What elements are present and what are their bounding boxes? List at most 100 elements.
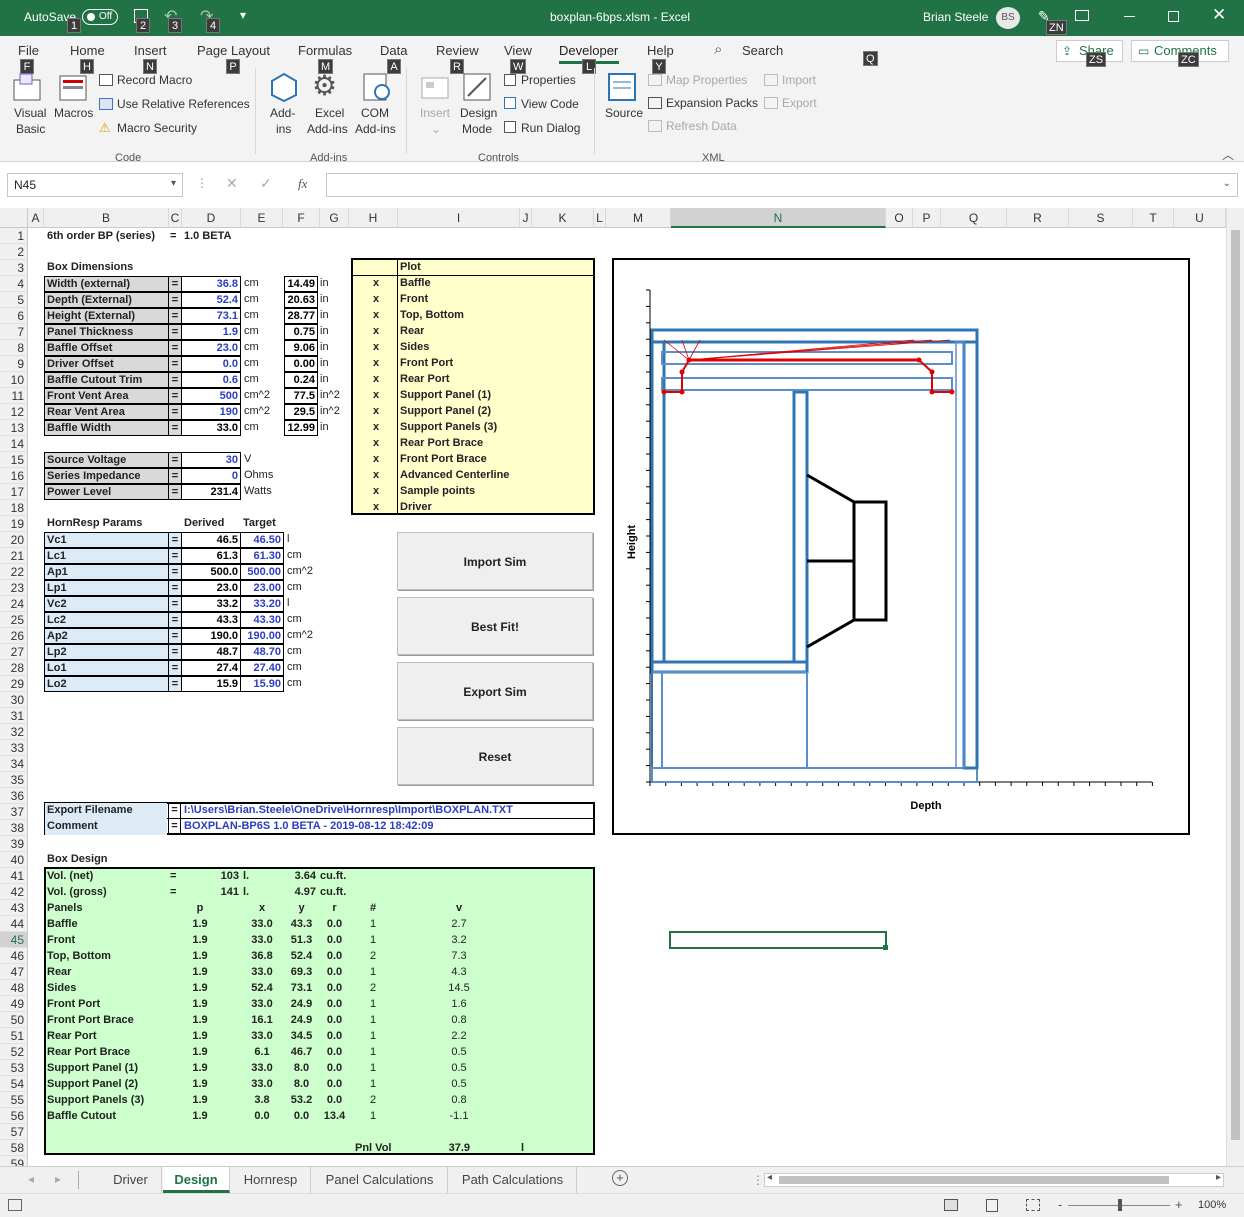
search-icon[interactable]: ⌕ [714, 41, 722, 58]
cancel-icon[interactable]: ✕ [226, 175, 238, 192]
zoom-out-button[interactable]: - [1058, 1197, 1062, 1212]
row-header[interactable]: 18 [0, 500, 28, 516]
row-header[interactable]: 58 [0, 1140, 28, 1156]
row-header[interactable]: 32 [0, 724, 28, 740]
column-header[interactable]: N [671, 208, 886, 228]
plot-toggle[interactable]: x [373, 500, 379, 516]
addins-icon[interactable] [268, 72, 300, 102]
row-header[interactable]: 41 [0, 868, 28, 884]
expand-formula-icon[interactable]: ⌄ [1223, 178, 1231, 189]
row-header[interactable]: 52 [0, 1044, 28, 1060]
row-header[interactable]: 11 [0, 388, 28, 404]
minimize-icon[interactable] [1124, 16, 1135, 17]
chevron-down-icon[interactable]: ▾ [171, 178, 176, 189]
tab-data[interactable]: Data [380, 43, 407, 58]
plot-toggle[interactable]: x [373, 276, 379, 292]
column-header[interactable]: H [349, 208, 398, 228]
row-header[interactable]: 38 [0, 820, 28, 836]
row-header[interactable]: 47 [0, 964, 28, 980]
tab-review[interactable]: Review [436, 43, 479, 58]
dim-value[interactable]: 190 [181, 404, 241, 420]
row-header[interactable]: 45 [0, 932, 28, 948]
search-label[interactable]: Search [742, 43, 783, 58]
enter-icon[interactable]: ✓ [260, 175, 272, 192]
column-header[interactable]: G [320, 208, 349, 228]
plot-toggle[interactable]: x [373, 388, 379, 404]
power-value[interactable]: 30 [181, 452, 241, 468]
maximize-icon[interactable] [1168, 11, 1179, 22]
addins-label2[interactable]: ins [276, 122, 291, 136]
row-header[interactable]: 46 [0, 948, 28, 964]
tab-developer[interactable]: Developer [559, 43, 618, 58]
macro-security-button[interactable]: Macro Security [117, 121, 197, 135]
page-break-view-icon[interactable] [1026, 1199, 1040, 1211]
properties-button[interactable]: Properties [521, 73, 576, 87]
plot-toggle[interactable]: x [373, 372, 379, 388]
scroll-left-icon[interactable]: ◂ [767, 1172, 772, 1183]
column-header[interactable]: I [398, 208, 520, 228]
tab-driver[interactable]: Driver [100, 1167, 162, 1193]
row-header[interactable]: 51 [0, 1028, 28, 1044]
row-header[interactable]: 34 [0, 756, 28, 772]
refresh-data-button[interactable]: Refresh Data [666, 119, 737, 133]
column-header[interactable]: Q [941, 208, 1007, 228]
column-header[interactable]: L [594, 208, 606, 228]
xml-source-icon[interactable] [607, 72, 639, 102]
plot-toggle[interactable]: x [373, 308, 379, 324]
row-header[interactable]: 22 [0, 564, 28, 580]
row-header[interactable]: 44 [0, 916, 28, 932]
export-filename-value[interactable]: I:\Users\Brian.Steele\OneDrive\Hornresp\… [184, 803, 513, 819]
selected-cell[interactable] [669, 931, 887, 949]
row-header[interactable]: 42 [0, 884, 28, 900]
row-header[interactable]: 56 [0, 1108, 28, 1124]
row-header[interactable]: 5 [0, 292, 28, 308]
tab-design[interactable]: Design [163, 1167, 230, 1193]
horn-target[interactable]: 190.00 [240, 628, 284, 644]
horizontal-scrollbar[interactable]: ◂ ▸ [764, 1172, 1224, 1187]
column-header[interactable]: B [44, 208, 169, 228]
row-header[interactable]: 3 [0, 260, 28, 276]
row-header[interactable]: 17 [0, 484, 28, 500]
vertical-scrollbar[interactable] [1226, 208, 1244, 1166]
row-header[interactable]: 4 [0, 276, 28, 292]
horn-target[interactable]: 48.70 [240, 644, 284, 660]
tab-path-calculations[interactable]: Path Calculations [449, 1167, 577, 1193]
plot-toggle[interactable]: x [373, 340, 379, 356]
dim-value[interactable]: 0.6 [181, 372, 241, 388]
row-header[interactable]: 8 [0, 340, 28, 356]
column-header[interactable]: E [241, 208, 283, 228]
run-dialog-button[interactable]: Run Dialog [521, 121, 580, 135]
insert-controls-label[interactable]: Insert [420, 106, 450, 120]
view-code-button[interactable]: View Code [521, 97, 579, 111]
horn-target[interactable]: 61.30 [240, 548, 284, 564]
plot-toggle[interactable]: x [373, 292, 379, 308]
row-header[interactable]: 36 [0, 788, 28, 804]
horn-target[interactable]: 23.00 [240, 580, 284, 596]
plot-toggle[interactable]: x [373, 420, 379, 436]
import-button[interactable]: Import [782, 73, 816, 87]
row-header[interactable]: 27 [0, 644, 28, 660]
formula-input[interactable]: ⌄ [326, 173, 1238, 197]
macros-label[interactable]: Macros [54, 106, 93, 120]
row-header[interactable]: 1 [0, 228, 28, 244]
tab-home[interactable]: Home [70, 43, 105, 58]
row-header[interactable]: 12 [0, 404, 28, 420]
design-mode-label1[interactable]: Design [460, 106, 497, 120]
row-header[interactable]: 29 [0, 676, 28, 692]
com-addins-icon[interactable] [362, 72, 392, 102]
tab-page-layout[interactable]: Page Layout [197, 43, 270, 58]
zoom-in-button[interactable]: + [1175, 1197, 1183, 1212]
horn-target[interactable]: 15.90 [240, 676, 284, 692]
expansion-packs-button[interactable]: Expansion Packs [666, 96, 758, 110]
power-value[interactable]: 0 [181, 468, 241, 484]
com-addins-label1[interactable]: COM [361, 106, 389, 120]
normal-view-icon[interactable] [944, 1199, 958, 1211]
tab-help[interactable]: Help [647, 43, 674, 58]
dim-value[interactable]: 52.4 [181, 292, 241, 308]
name-box[interactable]: N45 ▾ [7, 173, 183, 197]
row-header[interactable]: 31 [0, 708, 28, 724]
row-header[interactable]: 57 [0, 1124, 28, 1140]
column-header[interactable]: T [1133, 208, 1174, 228]
map-properties-button[interactable]: Map Properties [666, 73, 747, 87]
export-button[interactable]: Export [782, 96, 817, 110]
